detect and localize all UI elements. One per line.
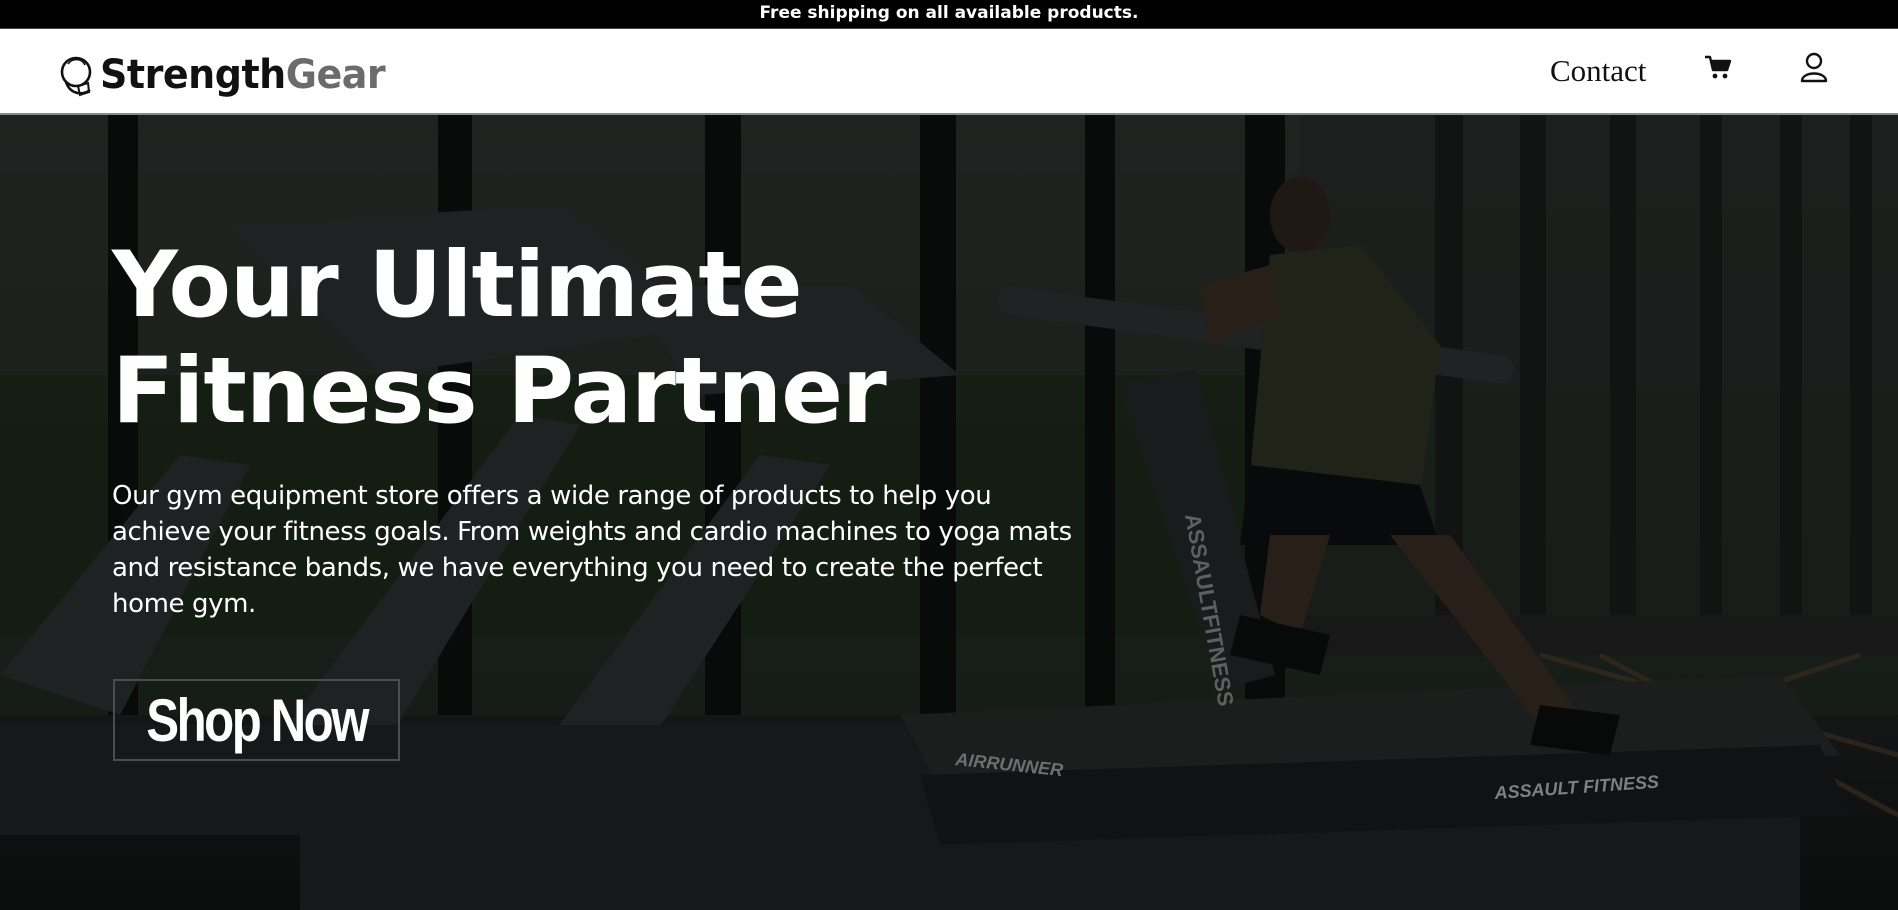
hero-description: Our gym equipment store offers a wide ra… xyxy=(112,481,1072,619)
hero-title-line2: Fitness Partner xyxy=(112,339,887,444)
user-icon xyxy=(1800,52,1828,83)
brand-name-part1: Strength xyxy=(100,52,286,98)
cart-icon xyxy=(1705,55,1732,79)
brand-logo[interactable]: StrengthGear xyxy=(58,47,400,103)
brand-name-part2: Gear xyxy=(285,52,386,98)
cart-button[interactable] xyxy=(1703,53,1733,83)
hero-title-line1: Your Ultimate xyxy=(112,233,803,338)
shop-now-button[interactable]: Shop Now xyxy=(113,679,400,761)
hero-section: AIRRUNNER ASSAULT FITNESS ASSAULTFITNESS… xyxy=(0,115,1898,910)
brand-name: StrengthGear xyxy=(100,52,386,98)
announcement-bar: Free shipping on all available products. xyxy=(0,0,1898,29)
shop-now-label: Shop Now xyxy=(146,686,369,754)
top-navbar: StrengthGear Contact xyxy=(0,29,1898,115)
hero-title: Your Ultimate Fitness Partner xyxy=(112,233,887,445)
kettlebell-logo-icon xyxy=(60,56,92,97)
account-button[interactable] xyxy=(1799,51,1829,85)
announcement-text: Free shipping on all available products. xyxy=(759,3,1139,23)
nav-link-contact[interactable]: Contact xyxy=(1550,53,1646,89)
